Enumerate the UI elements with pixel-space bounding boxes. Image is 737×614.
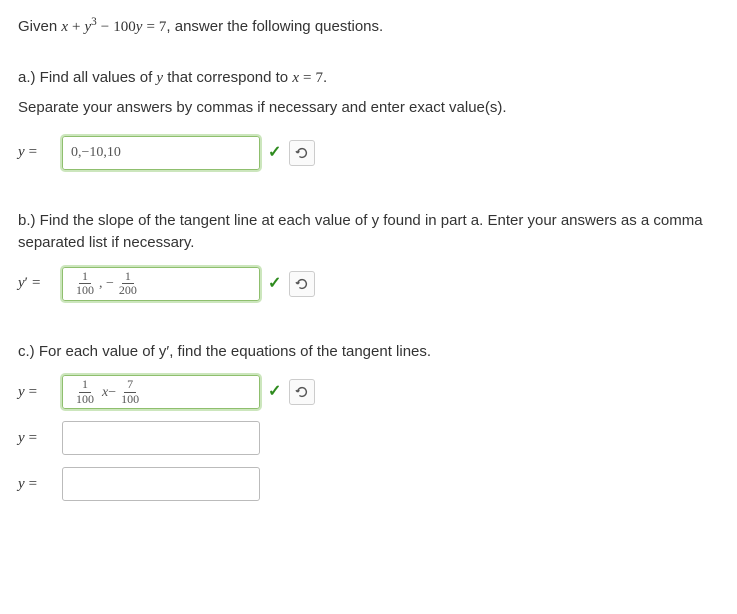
retry-button[interactable]: [289, 379, 315, 405]
intro-line: Given x+y3−100y=7, answer the following …: [18, 14, 719, 39]
a-mid: that correspond to: [163, 69, 292, 86]
b-f2d: 200: [116, 284, 140, 297]
a-label: y=: [18, 141, 54, 164]
b-frac2: 1200: [116, 270, 140, 297]
b-sep: , −: [99, 273, 114, 294]
part-c-row-1: y= 1100 x − 7100 ✓: [18, 375, 719, 409]
c-answer-input-3[interactable]: [62, 467, 260, 501]
intro-pre: Given: [18, 18, 61, 35]
part-a-prompt: a.) Find all values of y that correspond…: [18, 67, 719, 90]
check-icon: ✓: [268, 380, 281, 404]
c1-f2d: 100: [118, 393, 142, 406]
c1-f1d: 100: [73, 393, 97, 406]
part-b-row: y′= 1100 , − 1200 ✓: [18, 267, 719, 301]
a-xexpr: x=7: [292, 70, 323, 86]
c-answer-input-2[interactable]: [62, 421, 260, 455]
c-answer-input-1[interactable]: 1100 x − 7100: [62, 375, 260, 409]
c1-f1n: 1: [79, 378, 91, 392]
b-frac1: 1100: [73, 270, 97, 297]
b-answer-input[interactable]: 1100 , − 1200: [62, 267, 260, 301]
c1-frac1: 1100: [73, 378, 97, 405]
intro-equation: x+y3−100y=7: [61, 19, 166, 35]
retry-icon: [295, 277, 309, 291]
part-a-row: y= 0,−10,10 ✓: [18, 136, 719, 170]
retry-icon: [295, 146, 309, 160]
part-c-row-3: y=: [18, 467, 719, 501]
retry-icon: [295, 385, 309, 399]
c-label-2: y=: [18, 427, 54, 450]
b-f1n: 1: [79, 270, 91, 284]
b-f2n: 1: [122, 270, 134, 284]
part-c-prompt: c.) For each value of y′, find the equat…: [18, 341, 719, 364]
c1-f2n: 7: [124, 378, 136, 392]
b-label: y′=: [18, 272, 54, 295]
a-pre: a.) Find all values of: [18, 69, 156, 86]
part-a-note: Separate your answers by commas if neces…: [18, 97, 719, 120]
c-label-1: y=: [18, 381, 54, 404]
c1-minus: −: [108, 382, 116, 403]
c1-frac2: 7100: [118, 378, 142, 405]
a-end: .: [323, 69, 327, 86]
check-icon: ✓: [268, 272, 281, 296]
c-label-3: y=: [18, 473, 54, 496]
retry-button[interactable]: [289, 271, 315, 297]
part-b-prompt: b.) Find the slope of the tangent line a…: [18, 210, 719, 255]
intro-post: , answer the following questions.: [166, 18, 383, 35]
a-answer-input[interactable]: 0,−10,10: [62, 136, 260, 170]
check-icon: ✓: [268, 141, 281, 165]
b-f1d: 100: [73, 284, 97, 297]
retry-button[interactable]: [289, 140, 315, 166]
part-c-row-2: y=: [18, 421, 719, 455]
